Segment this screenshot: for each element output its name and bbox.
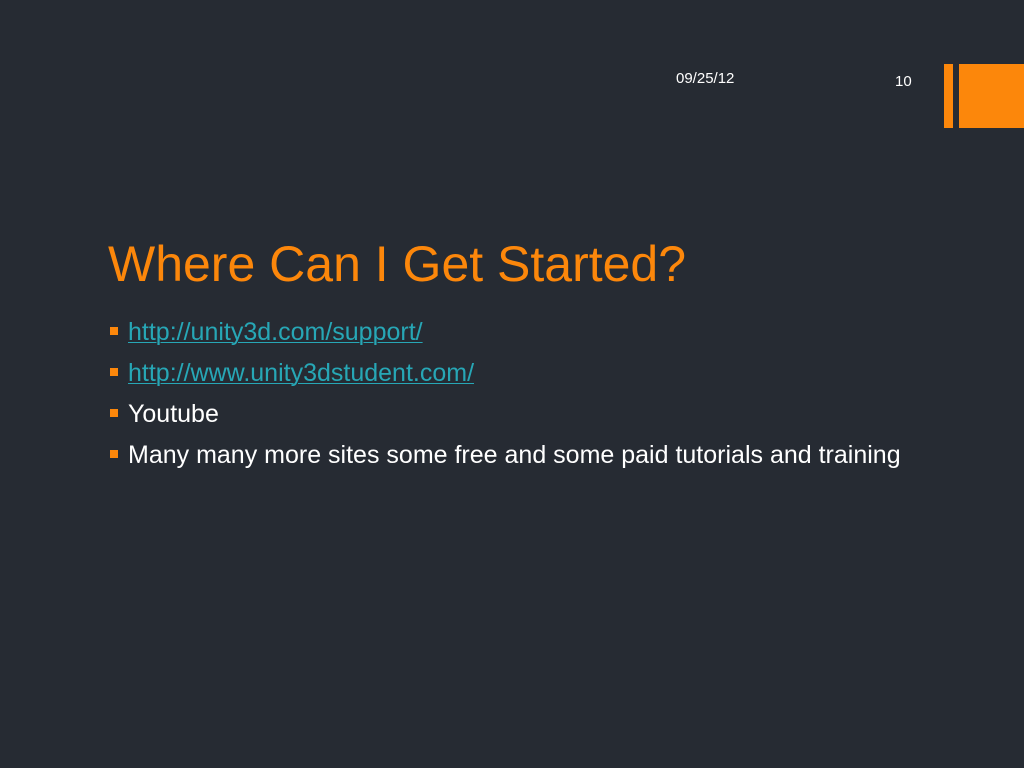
square-bullet-icon [110,450,118,458]
bullet-item-more-sites: Many many more sites some free and some … [108,438,928,472]
bullet-item-youtube: Youtube [108,397,928,431]
unity-support-link[interactable]: http://unity3d.com/support/ [128,318,423,346]
bullet-item-unity-support: http://unity3d.com/support/ [108,315,928,349]
bullet-list: http://unity3d.com/support/ http://www.u… [108,315,928,479]
bullet-item-unity3dstudent: http://www.unity3dstudent.com/ [108,356,928,390]
accent-bar-thin [944,64,953,128]
slide-page-number: 10 [895,73,912,90]
slide-date: 09/25/12 [676,70,735,87]
bullet-text-more-sites: Many many more sites some free and some … [128,441,901,469]
slide: 09/25/12 10 Where Can I Get Started? htt… [0,0,1024,768]
square-bullet-icon [110,409,118,417]
accent-bar-wide [959,64,1024,128]
bullet-text-youtube: Youtube [128,400,219,428]
square-bullet-icon [110,327,118,335]
slide-title: Where Can I Get Started? [108,236,687,292]
square-bullet-icon [110,368,118,376]
unity3dstudent-link[interactable]: http://www.unity3dstudent.com/ [128,359,474,387]
